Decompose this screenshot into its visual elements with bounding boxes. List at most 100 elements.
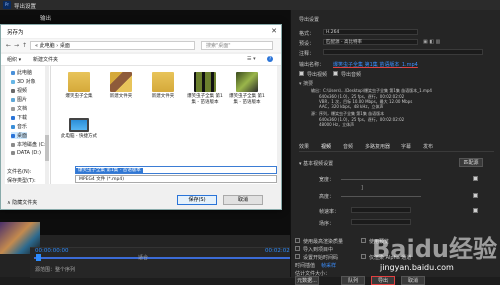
use-previews-checkbox[interactable] [361,238,366,243]
alpha-only-checkbox[interactable] [361,254,366,259]
help-icon[interactable]: ? [267,56,273,62]
breadcrumb[interactable]: « 此电脑 › 桌面 [30,41,195,50]
file-name: 爆笑虫子全集 第1集 - 苗语版本 [229,94,265,105]
match-source-button[interactable]: 匹配源 [459,158,483,167]
interpolation-label: 时间插值 [295,263,316,269]
new-folder-button[interactable]: 新建文件夹 [33,56,58,63]
file-name: 新建文件夹 [151,94,175,99]
summary-title: 摘要 [303,81,314,87]
sidebar-item-3d-objects[interactable]: 3D 对象 [11,78,36,85]
search-input[interactable]: 搜索"桌面" [201,41,273,50]
back-icon[interactable]: ← [6,42,11,49]
source-range-label: 源范围： [35,267,56,273]
preset-select[interactable]: 匹配源 - 高比特率 [323,39,418,45]
sidebar-item-label: 下载 [17,115,28,121]
import-project-checkbox[interactable] [295,246,300,251]
source-range[interactable]: 源范围：整个序列 [35,266,75,273]
sidebar-item-downloads[interactable]: 下载 [11,114,27,121]
file-item[interactable]: 爆笑虫子全集 第1集 - 苗语版本 [227,72,267,106]
file-name: 此电脑 - 快捷方式 [61,134,97,139]
picture-icon [11,97,15,102]
close-icon[interactable]: ✕ [271,27,277,35]
playhead-handle[interactable] [36,254,41,261]
link-icon[interactable]: ] [361,185,363,191]
width-slider[interactable] [341,179,421,180]
start-timecode-checkbox[interactable] [295,254,300,259]
cancel-button[interactable]: 取消 [223,195,263,205]
sidebar-item-this-pc[interactable]: 此电脑 [11,69,32,76]
output-name-link[interactable]: 爆笑虫子全集 第1集 苗语版本_1.mp4 [333,61,418,68]
field-order-select[interactable] [351,219,411,225]
basic-settings-label[interactable]: ▾ 基本视频设置 [299,160,333,167]
preset-label: 预设： [299,41,315,47]
file-item[interactable]: 爆笑虫子全集 第1集 - 苗语版本 [185,72,225,106]
filetype-select[interactable]: MPEG4 文件 (*.mp4) [75,175,277,183]
hide-folders-toggle[interactable]: ∧ 隐藏文件夹 [7,199,37,206]
comments-label: 注释： [299,51,315,57]
sidebar-item-videos[interactable]: 视频 [11,87,27,94]
sidebar-scrollbar[interactable] [45,66,49,184]
dialog-title: 另存为 [7,30,24,36]
tab-effects[interactable]: 效果 [299,143,309,150]
folder-icon [152,72,174,92]
music-icon [11,124,15,129]
max-quality-checkbox[interactable] [295,238,300,243]
sidebar-item-pictures[interactable]: 图片 [11,96,27,103]
comments-input[interactable] [323,49,483,55]
width-checkbox[interactable] [473,176,478,181]
save-button[interactable]: 保存(S) [177,195,217,205]
preset-save-icon[interactable]: ▣ ◧ ▥ [423,39,440,45]
metadata-button[interactable]: 元数据... [295,276,319,285]
sidebar-item-label: 图片 [17,97,28,103]
tab-audio[interactable]: 音频 [343,143,353,150]
summary-label[interactable]: ▾ 摘要 [299,80,313,87]
width-label: 宽度： [319,177,335,183]
file-item[interactable]: 爆笑虫子全集 [59,72,99,100]
interpolation-select[interactable]: 帧采样 [321,262,336,269]
settings-header[interactable]: 导出设置 [299,16,319,23]
sidebar-item-music[interactable]: 音乐 [11,123,27,130]
sidebar-item-label: 文档 [17,106,28,112]
document-icon [11,106,15,111]
tab-multiplexer[interactable]: 多路复用器 [365,143,390,150]
format-select[interactable]: H.264 [323,29,418,35]
tab-captions[interactable]: 字幕 [401,143,411,150]
file-item[interactable]: 新建文件夹 [143,72,183,100]
source-range-value[interactable]: 整个序列 [55,267,75,273]
height-checkbox[interactable] [473,193,478,198]
sidebar-item-local-disk[interactable]: 本地磁盘 (C:) [11,141,48,148]
file-item[interactable]: 新建文件夹 [101,72,141,100]
cancel-export-button[interactable]: 取消 [401,276,425,285]
monitor-shortcut-icon [69,118,89,132]
export-audio-checkbox[interactable] [333,71,338,76]
sidebar-item-label: 视频 [17,88,28,94]
filename-input[interactable]: 爆笑虫子全集 第1集 - 苗语版本 [75,166,277,174]
queue-button[interactable]: 队列 [341,276,365,285]
timeline-track[interactable] [34,257,296,259]
sidebar-item-label: 3D 对象 [17,79,36,85]
fit-select[interactable]: 适合 [138,254,148,261]
frame-rate-checkbox[interactable] [473,208,478,213]
download-icon [11,115,15,120]
tab-output[interactable]: 输出 [40,14,51,22]
organize-button[interactable]: 组织 ▾ [7,56,21,63]
file-item[interactable]: 此电脑 - 快捷方式 [59,114,99,140]
sidebar-scroll-thumb[interactable] [45,135,49,161]
forward-icon[interactable]: → [14,42,19,49]
sidebar-item-documents[interactable]: 文档 [11,105,27,112]
export-button[interactable]: 导出 [371,276,395,285]
export-video-checkbox[interactable] [299,71,304,76]
view-options-icon[interactable]: ☰ ▾ [247,56,256,62]
folder-icon [110,72,132,92]
up-icon[interactable]: ↑ [22,42,27,49]
height-slider[interactable] [341,196,421,197]
tab-publish[interactable]: 发布 [423,143,433,150]
frame-rate-select[interactable] [351,207,411,213]
tab-video[interactable]: 视频 [321,143,331,150]
sidebar-item-desktop[interactable]: 桌面 [11,132,28,139]
app-logo-icon: Pr [3,1,11,9]
filetype-label: 保存类型(T): [7,178,36,184]
sidebar-item-data-drive[interactable]: DATA (D:) [11,150,41,156]
summary-line: AAC，320 kbps，48 kHz，立体声 [319,104,384,109]
timeline-bar [30,247,298,278]
